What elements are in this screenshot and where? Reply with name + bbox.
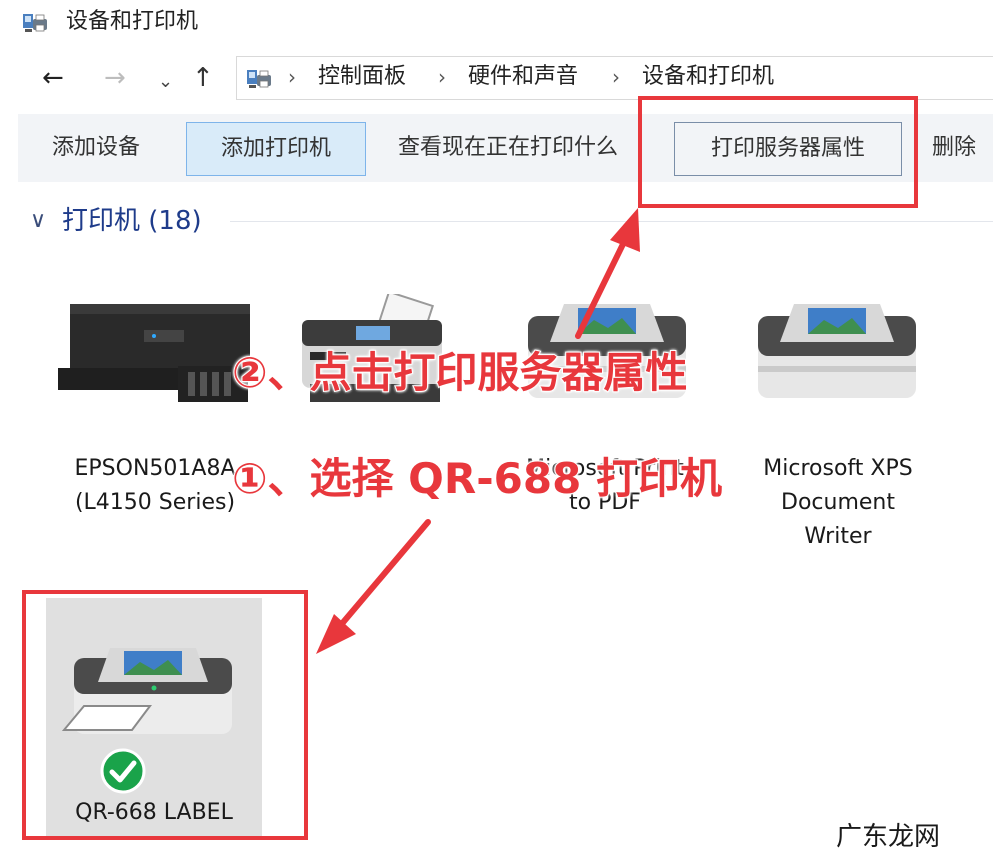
epson-printer-icon[interactable] [54, 296, 254, 408]
breadcrumb-separator: › [612, 65, 620, 89]
up-arrow-icon[interactable]: ↑ [192, 58, 214, 98]
back-arrow-icon[interactable]: ← [42, 58, 64, 98]
annotation-step-2: ②、点击打印服务器属性 [231, 347, 689, 398]
see-whats-printing-button[interactable]: 查看现在正在打印什么 [386, 120, 644, 176]
watermark: 广东龙网 [836, 822, 941, 852]
add-device-button[interactable]: 添加设备 [40, 120, 152, 176]
chevron-down-icon[interactable]: ⌄ [158, 62, 173, 102]
collapse-chevron-icon[interactable]: ∨ [30, 204, 46, 238]
device-label: Writer [804, 524, 872, 549]
arrow-down-icon [316, 519, 431, 654]
annotation-step-1: ①、选择 QR-688 打印机 [231, 453, 723, 504]
breadcrumb-separator: › [438, 65, 446, 89]
breadcrumb-separator: › [288, 65, 296, 89]
delete-button[interactable]: 删除 [922, 120, 993, 176]
window-title: 设备和打印机 [66, 9, 199, 34]
group-divider [230, 221, 993, 222]
device-label: Document [781, 490, 895, 515]
breadcrumb-devices-printers[interactable]: 设备和打印机 [642, 62, 774, 92]
add-printer-button[interactable]: 添加打印机 [186, 122, 366, 176]
device-label: Microsoft XPS [763, 456, 913, 481]
control-panel-icon [247, 70, 271, 88]
forward-arrow-icon[interactable]: → [104, 58, 126, 98]
breadcrumb-control-panel[interactable]: 控制面板 [318, 62, 406, 92]
breadcrumb-hardware-sound[interactable]: 硬件和声音 [468, 62, 578, 92]
highlight-box-selected-printer [22, 590, 308, 840]
printers-group-header[interactable]: 打印机 (18) [62, 204, 202, 238]
highlight-box-print-server [638, 96, 918, 208]
devices-printers-icon [23, 14, 47, 32]
printer-icon[interactable] [754, 296, 920, 408]
